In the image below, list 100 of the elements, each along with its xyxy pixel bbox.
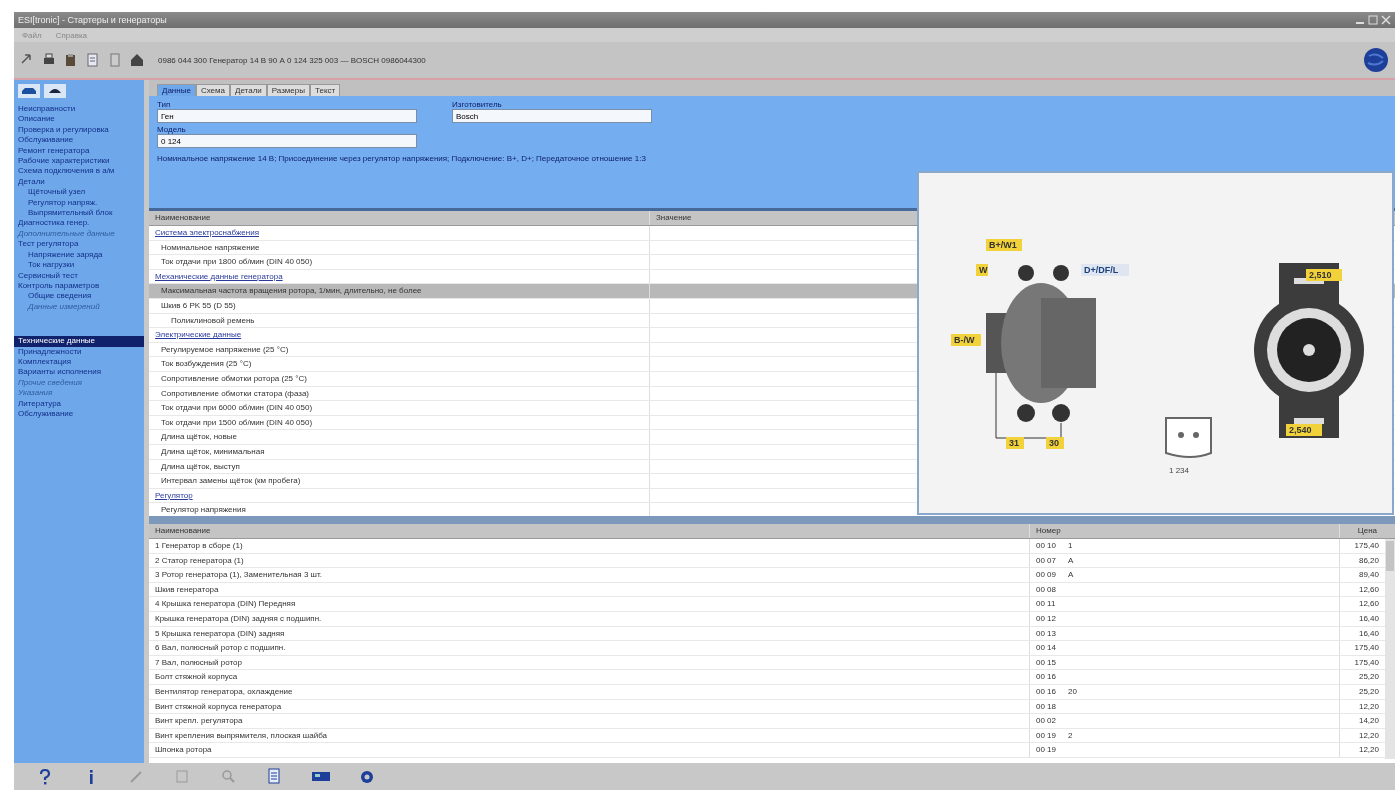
field-label: Модель <box>157 125 187 134</box>
terminal-label: B-/W <box>950 334 981 346</box>
sidebar-item[interactable]: Регулятор напряж. <box>14 197 144 209</box>
close-icon[interactable] <box>1381 15 1391 25</box>
table-cell-text: 00 19 <box>1036 744 1057 757</box>
table-cell-text: Ток отдачи при 1800 об/мин (DIN 40 050) <box>160 256 314 269</box>
table-cell-text: Поликлиновой ремень <box>170 314 256 327</box>
terminal-label: 2,510 <box>1305 269 1342 281</box>
sidebar-item[interactable]: Диагностика генер. <box>14 218 144 229</box>
sidebar-item[interactable]: Проверка и регулировка <box>14 124 144 136</box>
sidebar-item[interactable]: Детали <box>14 176 144 188</box>
terminal-label: 30 <box>1045 437 1064 449</box>
sidebar-item[interactable]: Тест регулятора <box>14 239 144 250</box>
table-cell-text: Сопротивление обмотки ротора (25 °С) <box>160 372 308 385</box>
sidebar-item[interactable]: Щёточный узел <box>14 187 144 198</box>
sidebar-item[interactable]: Комплектация <box>14 356 144 368</box>
connector-label: 1 234 <box>1168 466 1189 475</box>
column-header[interactable]: Значение <box>649 211 915 225</box>
table-cell-text: 00 16 <box>1036 685 1057 698</box>
group-heading[interactable]: Механические данные генератора <box>149 269 649 284</box>
sidebar-item[interactable]: Варианты исполнения <box>14 367 144 378</box>
sidebar-item[interactable]: Схема подключения в а/м <box>14 166 144 177</box>
group-heading[interactable]: Электрические данные <box>149 328 649 342</box>
table-cell-text: Ток отдачи при 6000 об/мин (DIN 40 050) <box>160 402 314 415</box>
table-cell-text: 00 07 <box>1036 554 1057 567</box>
sidebar-item[interactable]: Обслуживание <box>14 135 144 146</box>
table-cell-text: 00 14 <box>1036 642 1057 655</box>
sidebar-item[interactable]: Рабочие характеристики <box>14 156 144 167</box>
group-heading[interactable]: Система электроснабжения <box>149 226 649 240</box>
table-cell-text: Шкив 6 PK 55 (D 55) <box>160 299 237 312</box>
terminal-label: B+/W1 <box>985 239 1022 251</box>
table-cell-text: Сопротивление обмотки статора (фаза) <box>160 387 311 400</box>
car-icon[interactable] <box>18 84 40 98</box>
table-cell-text: 00 08 <box>1036 583 1057 596</box>
table-cell-text: Регулируемое напряжение (25 °С) <box>160 343 290 356</box>
document-path: 0986 044 300 Генератор 14 В 90 А 0 124 325 003 — BOSCH 0986044300 <box>158 55 426 65</box>
table-cell-text: Интервал замены щёток (км пробега) <box>160 475 302 488</box>
input-field[interactable]: Ген <box>157 109 417 123</box>
table-cell-text: 1 <box>1068 540 1073 552</box>
table-cell-text: Длина щёток, новые <box>160 431 238 444</box>
sidebar-item[interactable]: Контроль параметров <box>14 280 144 292</box>
tab[interactable]: Данные <box>157 84 196 96</box>
scrollbar[interactable] <box>1385 539 1395 759</box>
sidebar-item[interactable]: Неисправности <box>14 104 144 115</box>
column-header[interactable]: Цена <box>1339 524 1383 538</box>
terminal-label: 31 <box>1005 437 1024 449</box>
table-cell-text: 00 10 <box>1036 540 1057 552</box>
sidebar-item[interactable]: Принадлежности <box>14 346 144 357</box>
sidebar-item[interactable]: Общие сведения <box>14 291 144 302</box>
table-cell-text: Длина щёток, минимальная <box>160 445 266 458</box>
table-cell-text: Винт крепления выпрямителя, плоская шайба <box>154 729 328 742</box>
tab[interactable]: Детали <box>230 84 267 96</box>
sidebar-item[interactable]: Описание <box>14 114 144 125</box>
sidebar-item[interactable]: Литература <box>14 398 144 409</box>
sidebar-item[interactable]: Технические данные <box>14 336 144 347</box>
table-cell-text: 00 02 <box>1036 715 1057 728</box>
printer-icon[interactable] <box>42 53 56 67</box>
sidebar-item[interactable]: Обслуживание <box>14 408 144 420</box>
table-cell-text: 00 13 <box>1036 627 1057 640</box>
column-header[interactable]: Наименование <box>149 524 1029 538</box>
tab[interactable]: Размеры <box>266 84 310 96</box>
maximize-icon[interactable] <box>1368 15 1378 25</box>
tab[interactable]: Текст <box>310 84 341 96</box>
tab[interactable]: Схема <box>195 84 230 96</box>
table-cell-text: 3 Ротор генератора (1), Заменительная 3 шт. <box>154 569 323 582</box>
table-cell-text: 00 12 <box>1036 612 1057 625</box>
sidebar-item[interactable]: Выпрямительный блок <box>14 208 144 219</box>
table-cell-text: Регулятор напряжения <box>160 504 247 516</box>
terminal-label: 2,540 <box>1285 424 1322 436</box>
field-label: Тип <box>157 100 172 109</box>
group-heading[interactable]: Регулятор <box>149 488 649 503</box>
sidebar-item[interactable]: Ток нагрузки <box>14 260 144 271</box>
table-cell-text: Шкив генератора <box>154 583 220 596</box>
home-icon[interactable] <box>130 53 144 67</box>
input-field[interactable]: 0 124 <box>157 134 417 148</box>
table-cell-text: 2 <box>1068 729 1073 742</box>
column-header[interactable]: Номер <box>1029 524 1339 538</box>
input-field[interactable]: Bosch <box>452 109 652 123</box>
menu-item[interactable]: Справка <box>55 30 88 40</box>
globe-icon[interactable] <box>1363 47 1389 73</box>
table-cell-text: 00 11 <box>1036 598 1056 611</box>
sidebar-item[interactable]: Сервисный тест <box>14 270 144 281</box>
field-label: Изготовитель <box>452 100 503 109</box>
document-icon[interactable] <box>86 53 100 67</box>
terminal-label: D+/DF/L <box>1080 264 1129 276</box>
table-cell-text: 00 09 <box>1036 569 1057 582</box>
table-cell-text: Винт стяжной корпуса генератора <box>154 700 283 713</box>
part-icon[interactable] <box>44 84 66 98</box>
sidebar-item[interactable]: Ремонт генератора <box>14 145 144 157</box>
column-header[interactable]: Наименование <box>149 211 649 225</box>
clipboard-icon[interactable] <box>64 53 78 67</box>
sidebar-item[interactable]: Напряжение заряда <box>14 249 144 261</box>
table-cell-text: Длина щёток, выступ <box>160 460 241 473</box>
table-cell-text: 00 18 <box>1036 700 1057 713</box>
table-cell-text: 6 Вал, полюсный ротор с подшипн. <box>154 642 287 655</box>
table-cell-text: 00 16 <box>1036 671 1057 684</box>
table-cell-text: A <box>1068 554 1074 567</box>
table-cell-text: 00 15 <box>1036 656 1057 669</box>
table-cell-text: 7 Вал, полюсный ротор <box>154 656 243 669</box>
table-cell-text: Номинальное напряжение <box>160 241 261 254</box>
